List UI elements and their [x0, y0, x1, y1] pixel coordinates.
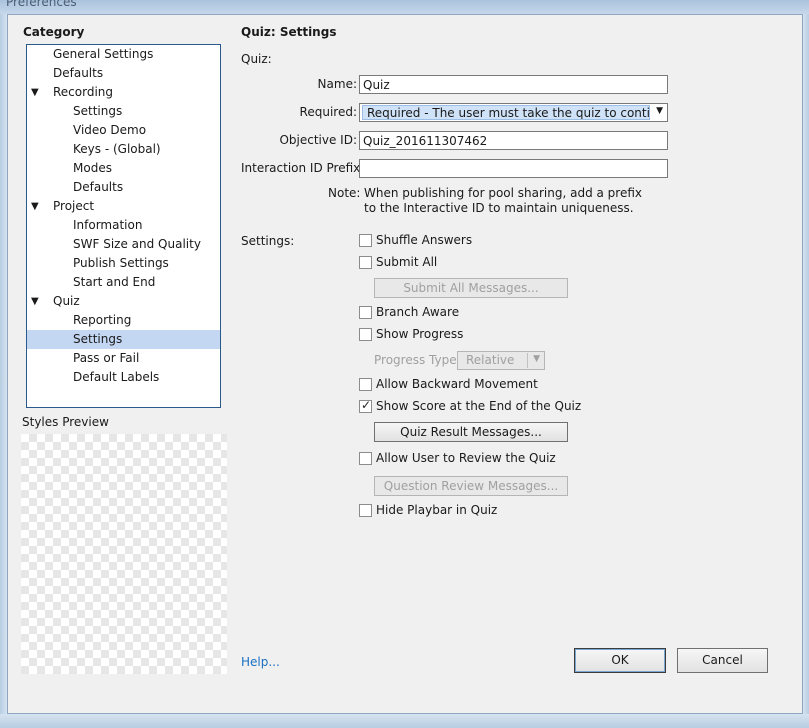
tree-item-modes[interactable]: Modes — [27, 159, 220, 178]
tree-item-label: Modes — [73, 161, 112, 175]
required-dropdown[interactable]: Required - The user must take the quiz t… — [359, 103, 668, 122]
dropdown-separator — [527, 353, 528, 368]
quiz-result-messages-button[interactable]: Quiz Result Messages... — [374, 422, 568, 442]
window-titlebar: Preferences — [0, 0, 809, 14]
tree-item-project[interactable]: ▼ Project — [27, 197, 220, 216]
tree-item-label: Defaults — [53, 66, 104, 80]
dialog-body: Category General Settings Defaults ▼ Record… — [7, 14, 803, 714]
quiz-section-label: Quiz: — [241, 52, 272, 66]
checkmark-icon: ✓ — [361, 398, 372, 412]
window-frame-left — [0, 14, 7, 728]
hide-playbar-box[interactable] — [359, 504, 372, 517]
show-score-label: Show Score at the End of the Quiz — [376, 399, 582, 413]
shuffle-answers-label: Shuffle Answers — [376, 233, 473, 247]
window-frame-bottom — [0, 714, 809, 728]
window-title: Preferences — [6, 0, 77, 9]
question-review-messages-button[interactable]: Question Review Messages... — [374, 476, 568, 496]
progress-type-dropdown[interactable]: Relative ▼ — [457, 351, 545, 370]
tree-item-settings[interactable]: Settings — [27, 102, 220, 121]
branch-aware-box[interactable] — [359, 306, 372, 319]
tree-item-label: Publish Settings — [73, 256, 169, 270]
tree-item-keys-global[interactable]: Keys - (Global) — [27, 140, 220, 159]
tree-item-settings[interactable]: Settings — [27, 330, 220, 349]
tree-item-label: Information — [73, 218, 143, 232]
submit-all-label: Submit All — [376, 255, 438, 269]
hide-playbar-label: Hide Playbar in Quiz — [376, 503, 498, 517]
submit-all-box[interactable] — [359, 256, 372, 269]
progress-type-value: Relative — [466, 353, 515, 367]
tree-item-video-demo[interactable]: Video Demo — [27, 121, 220, 140]
styles-preview-heading: Styles Preview — [22, 415, 109, 429]
panel-title: Quiz: Settings — [241, 25, 337, 39]
tree-item-publish-settings[interactable]: Publish Settings — [27, 254, 220, 273]
allow-backward-label: Allow Backward Movement — [376, 377, 538, 391]
show-progress-box[interactable] — [359, 328, 372, 341]
tree-item-label: Start and End — [73, 275, 156, 289]
tree-item-label: Pass or Fail — [73, 351, 140, 365]
allow-review-box[interactable] — [359, 452, 372, 465]
tree-item-label: SWF Size and Quality — [73, 237, 201, 251]
tree-item-defaults[interactable]: Defaults — [27, 178, 220, 197]
note-label: Note: — [328, 186, 361, 200]
styles-preview-area — [21, 434, 227, 674]
tree-item-label: Keys - (Global) — [73, 142, 161, 156]
objective-id-label: Objective ID: — [279, 133, 357, 147]
tree-item-label: Project — [53, 199, 95, 213]
settings-section-label: Settings: — [241, 234, 295, 248]
tree-item-start-and-end[interactable]: Start and End — [27, 273, 220, 292]
window-frame-right — [803, 14, 809, 728]
tree-item-label: Default Labels — [73, 370, 160, 384]
cancel-button[interactable]: Cancel — [677, 648, 768, 673]
name-input[interactable] — [359, 75, 668, 94]
chevron-down-icon: ▼ — [533, 354, 540, 364]
tree-item-defaults[interactable]: Defaults — [27, 64, 220, 83]
tree-item-label: Reporting — [73, 313, 132, 327]
required-selected-value: Required - The user must take the quiz t… — [362, 105, 650, 120]
name-label: Name: — [317, 77, 357, 91]
tree-item-swf-size-and-quality[interactable]: SWF Size and Quality — [27, 235, 220, 254]
tree-item-label: Settings — [73, 332, 123, 346]
expanded-triangle-icon[interactable]: ▼ — [31, 197, 39, 216]
allow-backward-box[interactable] — [359, 378, 372, 391]
ok-button[interactable]: OK — [574, 648, 666, 673]
tree-item-label: Settings — [73, 104, 123, 118]
interaction-id-prefix-input[interactable] — [359, 159, 668, 178]
allow-review-label: Allow User to Review the Quiz — [376, 451, 556, 465]
branch-aware-label: Branch Aware — [376, 305, 460, 319]
tree-item-information[interactable]: Information — [27, 216, 220, 235]
category-tree[interactable]: General Settings Defaults ▼ Recording Settin… — [26, 44, 221, 408]
chevron-down-icon: ▼ — [656, 106, 663, 116]
tree-item-label: Quiz — [53, 294, 80, 308]
tree-item-pass-or-fail[interactable]: Pass or Fail — [27, 349, 220, 368]
note-text: When publishing for pool sharing, add a … — [364, 186, 643, 215]
tree-item-label: Defaults — [73, 180, 124, 194]
expanded-triangle-icon[interactable]: ▼ — [31, 83, 39, 102]
tree-item-label: Recording — [53, 85, 114, 99]
tree-item-label: General Settings — [53, 47, 154, 61]
shuffle-answers-box[interactable] — [359, 234, 372, 247]
tree-item-reporting[interactable]: Reporting — [27, 311, 220, 330]
progress-type-label: Progress Type: — [374, 353, 461, 367]
interaction-id-prefix-label: Interaction ID Prefix: — [241, 161, 365, 175]
tree-item-default-labels[interactable]: Default Labels — [27, 368, 220, 387]
expanded-triangle-icon[interactable]: ▼ — [31, 292, 39, 311]
tree-item-general-settings[interactable]: General Settings — [27, 45, 220, 64]
category-heading: Category — [23, 25, 85, 39]
tree-item-label: Video Demo — [73, 123, 147, 137]
tree-item-recording[interactable]: ▼ Recording — [27, 83, 220, 102]
objective-id-input[interactable] — [359, 131, 668, 150]
required-label: Required: — [299, 105, 357, 119]
submit-all-messages-button[interactable]: Submit All Messages... — [374, 278, 568, 298]
tree-item-quiz[interactable]: ▼ Quiz — [27, 292, 220, 311]
show-progress-label: Show Progress — [376, 327, 464, 341]
help-link[interactable]: Help... — [241, 655, 280, 669]
show-score-box[interactable]: ✓ — [359, 398, 372, 413]
